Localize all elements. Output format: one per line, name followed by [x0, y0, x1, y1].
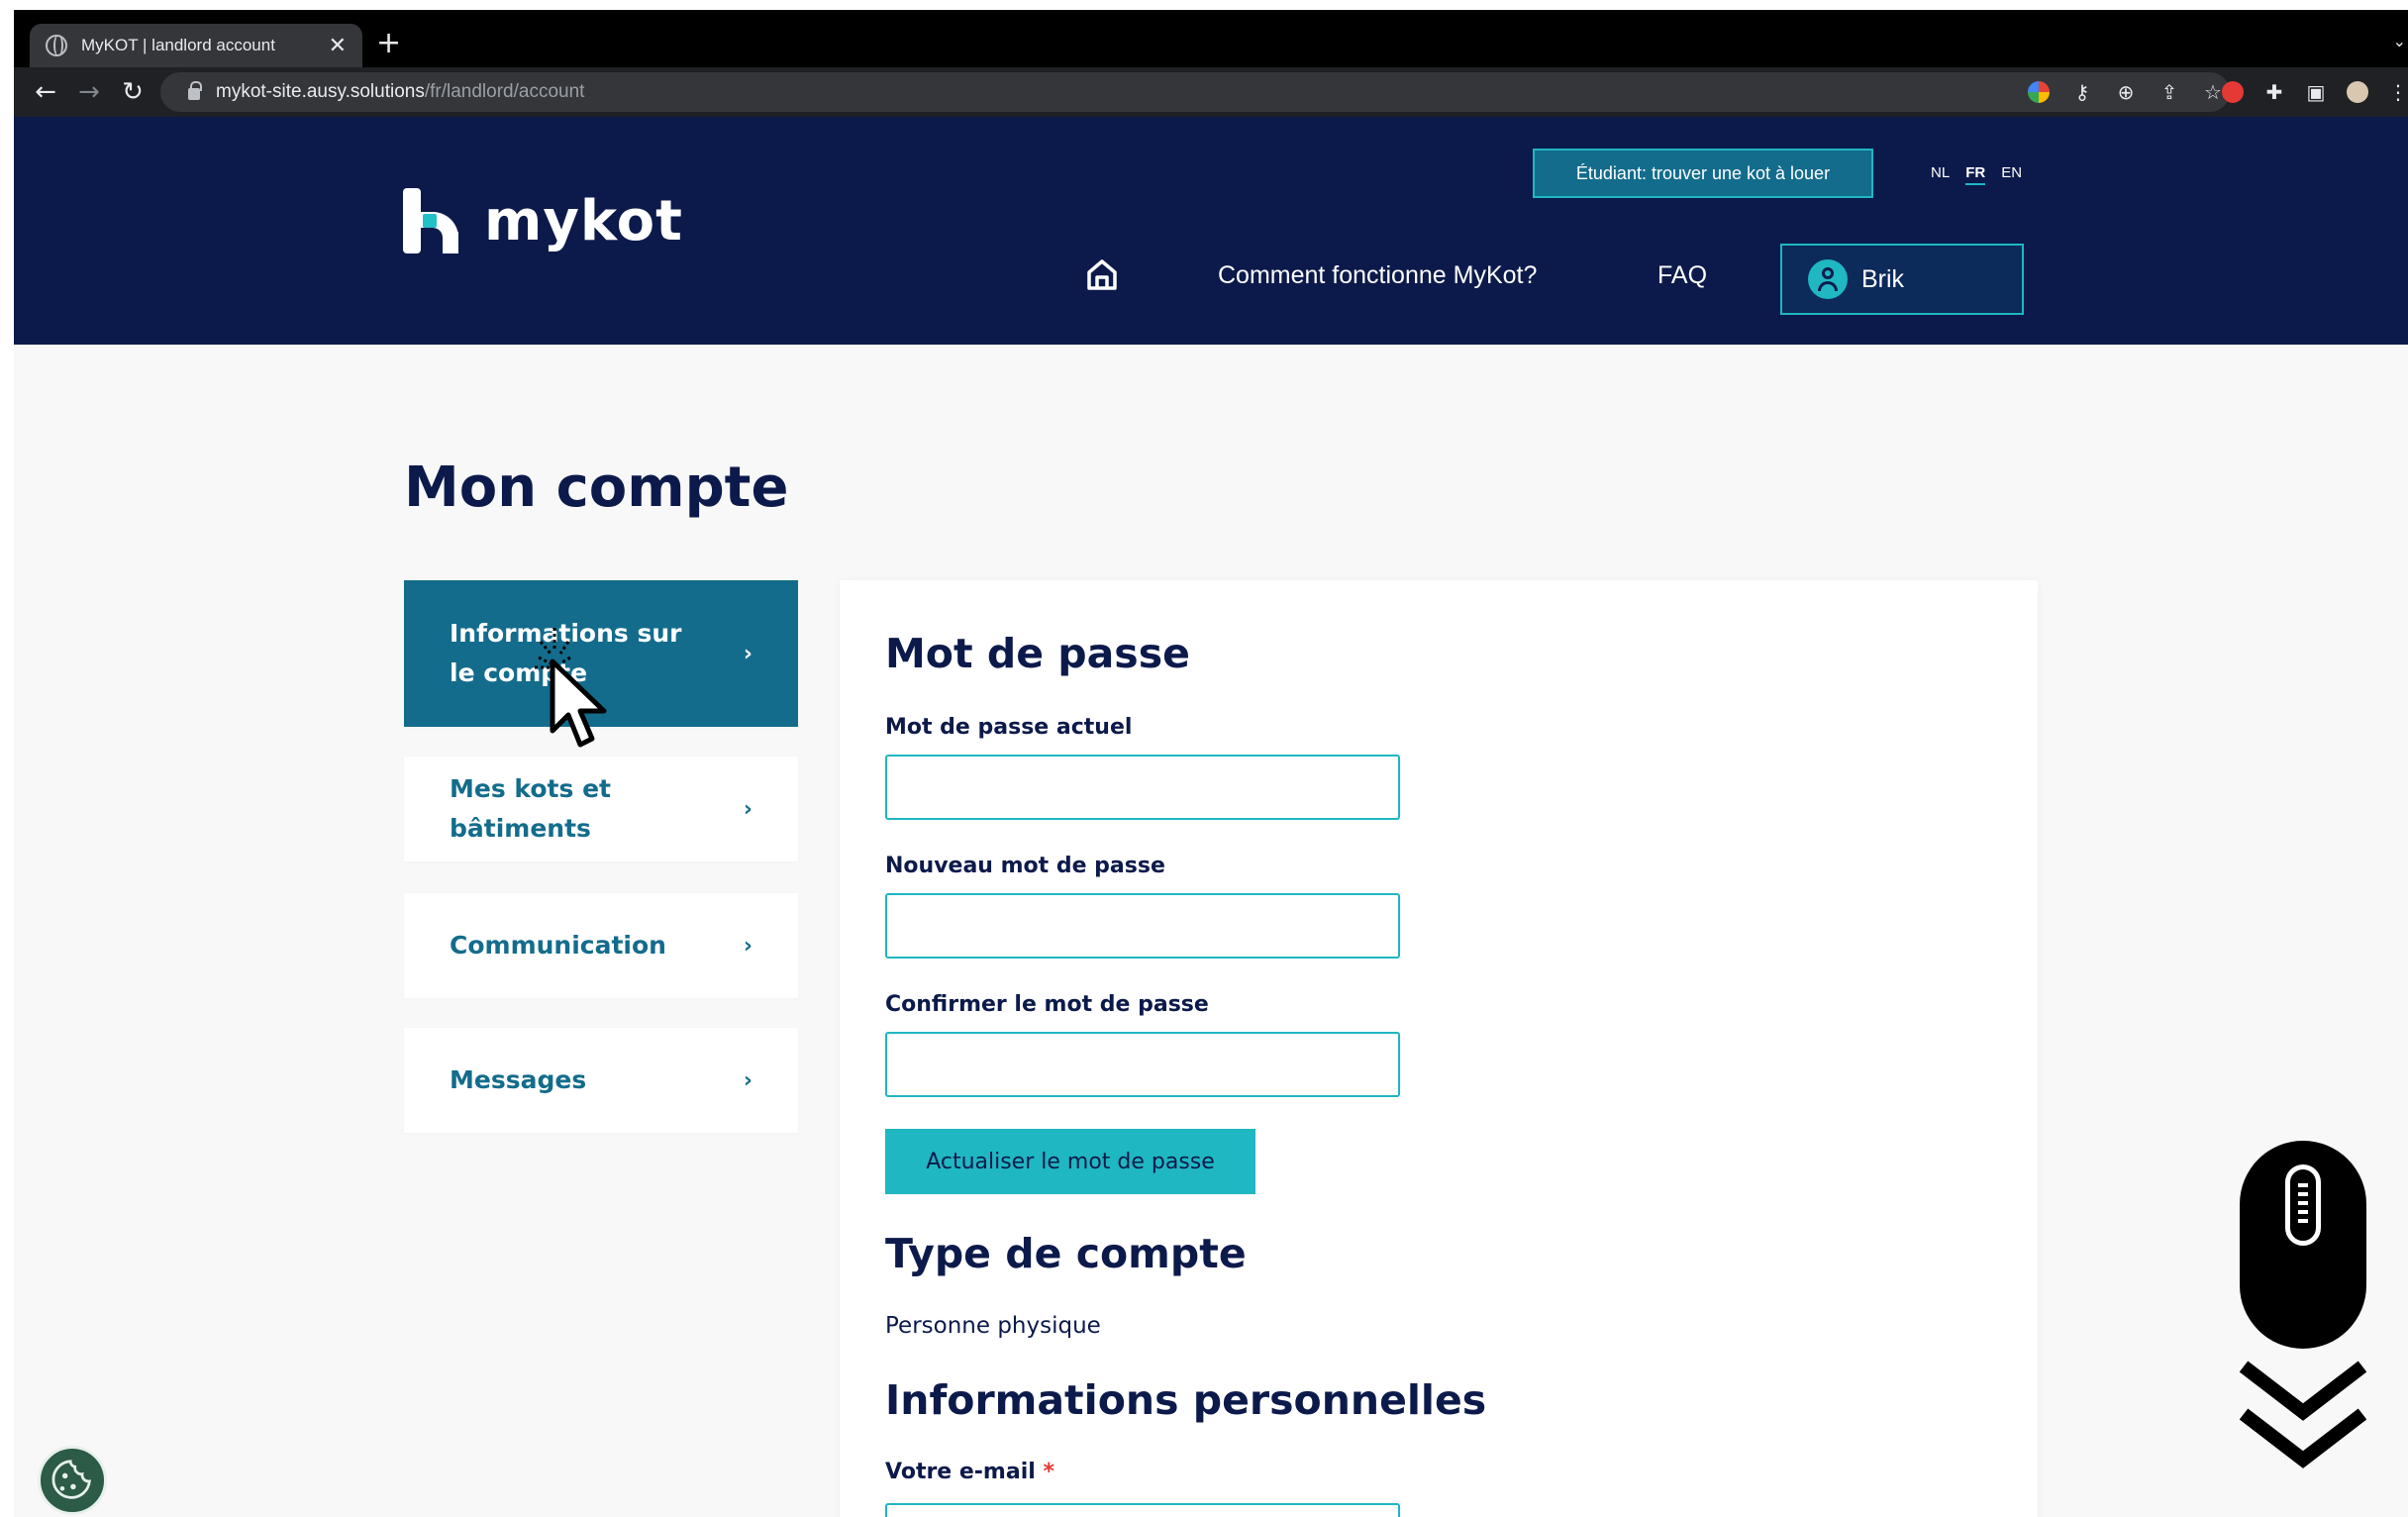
profile-avatar-icon[interactable]: [2347, 81, 2368, 103]
user-account-button[interactable]: Brik: [1780, 244, 2024, 315]
email-label-text: Votre e-mail: [885, 1460, 1036, 1484]
forward-icon[interactable]: →: [67, 77, 111, 107]
account-type-value: Personne physique: [885, 1313, 1101, 1339]
site-header: mykot Étudiant: trouver une kot à louer …: [14, 117, 2408, 345]
account-form-card: Mot de passe Mot de passe actuel Nouveau…: [840, 580, 2038, 1517]
menu-icon[interactable]: ⋮: [2388, 81, 2408, 103]
sidepanel-icon[interactable]: ▣: [2305, 81, 2327, 103]
chevron-right-icon: ›: [743, 933, 752, 959]
plus-icon[interactable]: +: [376, 26, 401, 61]
close-icon[interactable]: ✕: [329, 34, 347, 58]
puzzle-icon[interactable]: ✚: [2263, 81, 2285, 103]
confirm-password-input[interactable]: [885, 1032, 1400, 1097]
sidebar-item-label: Mes kots et bâtiments: [450, 774, 611, 843]
chevron-right-icon: ›: [743, 796, 752, 822]
home-icon[interactable]: [1085, 257, 1119, 291]
extension-icons: ✚ ▣ ⋮: [2222, 81, 2408, 103]
back-icon[interactable]: ←: [24, 77, 67, 107]
scroll-mouse-icon: [2240, 1141, 2366, 1349]
double-chevron-down-icon: [2239, 1361, 2367, 1468]
update-password-button[interactable]: Actualiser le mot de passe: [885, 1129, 1255, 1194]
lang-fr[interactable]: FR: [1965, 164, 1986, 185]
current-password-input[interactable]: [885, 755, 1400, 820]
lang-nl[interactable]: NL: [1931, 164, 1950, 185]
sidebar-item-label: Messages: [450, 1065, 587, 1094]
student-find-kot-button[interactable]: Étudiant: trouver une kot à louer: [1533, 149, 1873, 198]
extension-icon[interactable]: [2222, 81, 2244, 103]
cookie-icon: [51, 1460, 91, 1499]
language-switcher: NL FR EN: [1931, 164, 2022, 185]
browser-tab[interactable]: MyKOT | landlord account ✕: [30, 24, 362, 67]
current-password-label: Mot de passe actuel: [885, 715, 1133, 740]
email-input[interactable]: [885, 1503, 1400, 1517]
sidebar-item-kots[interactable]: Mes kots et bâtiments ›: [404, 757, 798, 861]
logo-mark-icon: [403, 188, 462, 253]
globe-icon: [46, 35, 67, 56]
confirm-password-label: Confirmer le mot de passe: [885, 992, 1209, 1017]
zoom-icon[interactable]: ⊕: [2115, 81, 2137, 103]
logo[interactable]: mykot: [403, 188, 683, 253]
cookie-settings-button[interactable]: [38, 1446, 107, 1515]
sidebar-item-communication[interactable]: Communication ›: [404, 893, 798, 998]
main-content: Mon compte Informations sur le compte › …: [14, 345, 2408, 1517]
tab-title: MyKOT | landlord account: [81, 36, 275, 54]
browser-toolbar: ← → ↻ mykot-site.ausy.solutions/fr/landl…: [14, 67, 2408, 117]
share-icon[interactable]: ⇪: [2158, 81, 2180, 103]
lock-icon: [188, 81, 202, 100]
star-icon[interactable]: ☆: [2202, 81, 2224, 103]
new-password-label: Nouveau mot de passe: [885, 854, 1165, 878]
browser-chrome: MyKOT | landlord account ✕ + ⌄ ← → ↻ myk…: [14, 10, 2408, 117]
password-section-title: Mot de passe: [885, 630, 1190, 677]
chevron-right-icon: ›: [743, 641, 752, 666]
cursor-icon: [535, 628, 607, 748]
google-icon[interactable]: [2028, 81, 2050, 103]
required-marker: *: [1043, 1460, 1054, 1484]
logo-text: mykot: [484, 188, 683, 253]
sidebar-item-messages[interactable]: Messages ›: [404, 1028, 798, 1133]
personal-info-section-title: Informations personnelles: [885, 1376, 1487, 1424]
tab-strip: MyKOT | landlord account ✕ + ⌄: [14, 10, 2408, 67]
address-bar[interactable]: mykot-site.ausy.solutions/fr/landlord/ac…: [160, 72, 2230, 112]
url-text: mykot-site.ausy.solutions/fr/landlord/ac…: [216, 81, 585, 102]
account-type-section-title: Type de compte: [885, 1230, 1247, 1277]
email-label: Votre e-mail *: [885, 1460, 1054, 1484]
chevron-right-icon: ›: [743, 1067, 752, 1093]
sidebar-item-label: Communication: [450, 931, 666, 960]
nav-how-it-works[interactable]: Comment fonctionne MyKot?: [1218, 261, 1537, 290]
user-icon: [1808, 259, 1848, 299]
chevron-down-icon[interactable]: ⌄: [2393, 32, 2406, 51]
nav-faq[interactable]: FAQ: [1657, 261, 1707, 290]
new-password-input[interactable]: [885, 893, 1400, 959]
reload-icon[interactable]: ↻: [111, 77, 154, 107]
omnibox-icons: ⚷ ⊕ ⇪ ☆: [2028, 72, 2224, 112]
lang-en[interactable]: EN: [2001, 164, 2022, 185]
page-title: Mon compte: [404, 455, 789, 520]
key-icon[interactable]: ⚷: [2071, 81, 2093, 103]
user-name: Brik: [1861, 264, 1905, 293]
